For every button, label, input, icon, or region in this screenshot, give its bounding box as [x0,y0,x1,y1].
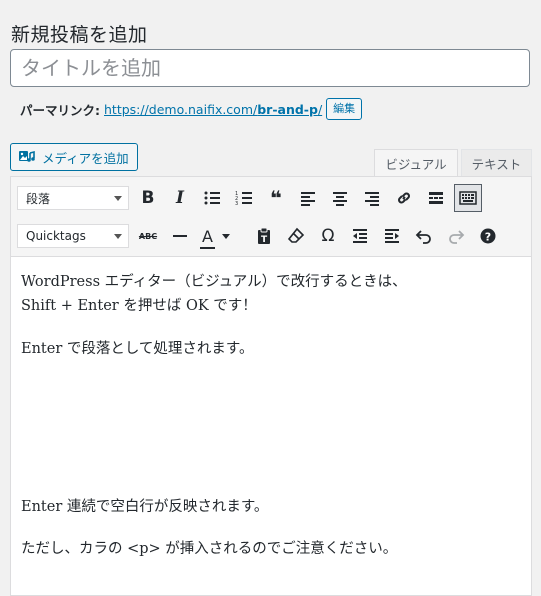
redo-button[interactable] [442,222,470,250]
add-media-label: メディアを追加 [42,150,129,166]
quicktags-select[interactable]: Quicktags [17,224,129,248]
horizontal-line-icon [173,235,187,237]
align-left-button[interactable] [294,184,322,212]
strikethrough-button[interactable]: ABC [134,222,162,250]
align-left-icon [301,192,315,206]
bulleted-list-icon [204,191,220,205]
undo-button[interactable] [410,222,438,250]
permalink-edit-button[interactable]: 編集 [326,98,363,120]
outdent-icon [353,229,367,243]
align-right-icon [365,192,379,206]
format-select-value: 段落 [26,191,51,206]
horizontal-line-button[interactable] [166,222,194,250]
quicktags-select-value: Quicktags [26,229,86,243]
numbered-list-icon: 123 [235,191,252,207]
paste-as-text-button[interactable]: T [250,222,278,250]
editor: 段落 B I 123 ❝ Quicktags ABC A T Ω ? WordP… [10,176,532,596]
permalink-link[interactable]: https://demo.naifix.com/br-and-p/ [104,102,322,117]
link-icon [398,192,410,204]
blockquote-button[interactable]: ❝ [262,184,290,212]
editor-toolbar: 段落 B I 123 ❝ Quicktags ABC A T Ω ? [11,177,531,257]
content-line-1: WordPress エディター（ビジュアル）で改行するときは、 [21,274,407,290]
add-media-icon [19,150,35,162]
post-title-input[interactable] [10,49,530,87]
special-character-button[interactable]: Ω [314,222,342,250]
permalink-url-suffix: / [317,101,323,117]
numbered-list-button[interactable]: 123 [230,184,258,212]
read-more-button[interactable] [422,184,450,212]
read-more-icon [429,192,443,204]
clear-formatting-button[interactable] [282,222,310,250]
text-color-underline [200,246,215,249]
toolbar-toggle-icon [459,191,477,205]
align-center-icon [333,192,347,206]
bulleted-list-button[interactable] [198,184,226,212]
chevron-down-icon [114,196,122,201]
bold-button[interactable]: B [134,184,162,212]
permalink-row: パーマリンク: https://demo.naifix.com/br-and-p… [20,96,363,122]
permalink-label: パーマリンク: [20,102,100,118]
indent-button[interactable] [378,222,406,250]
content-line-3: Enter で段落として処理されます。 [21,341,254,357]
help-button[interactable]: ? [474,222,502,250]
content-line-2: Shift + Enter を押せば OK です！ [21,298,257,314]
undo-icon [415,230,431,244]
svg-text:?: ? [485,231,491,244]
indent-icon [385,229,399,243]
text-color-button[interactable]: A [198,222,234,250]
format-select[interactable]: 段落 [17,186,129,210]
clear-formatting-icon [287,227,305,243]
help-icon: ? [480,228,496,244]
content-line-4: Enter 連続で空白行が反映されます。 [21,499,269,515]
link-button[interactable] [390,184,418,212]
align-right-button[interactable] [358,184,386,212]
permalink-url-prefix: https://demo.naifix.com/ [104,101,258,117]
page-title: 新規投稿を追加 [11,23,148,46]
tab-text[interactable]: テキスト [461,149,532,177]
text-color-glyph: A [202,226,213,246]
paste-as-text-icon: T [258,227,270,245]
italic-button[interactable]: I [166,184,194,212]
svg-text:T: T [261,235,268,245]
outdent-button[interactable] [346,222,374,250]
permalink-url-slug: br-and-p [257,101,318,117]
toolbar-toggle-button[interactable] [454,184,482,212]
chevron-down-icon [221,233,230,239]
tab-visual[interactable]: ビジュアル [374,149,458,177]
align-center-button[interactable] [326,184,354,212]
content-line-5: ただし、カラの <p> が挿入されるのでご注意ください。 [21,541,398,557]
redo-icon [449,230,465,244]
add-media-button[interactable]: メディアを追加 [10,143,138,171]
svg-text:3: 3 [235,201,238,207]
chevron-down-icon [114,234,122,239]
